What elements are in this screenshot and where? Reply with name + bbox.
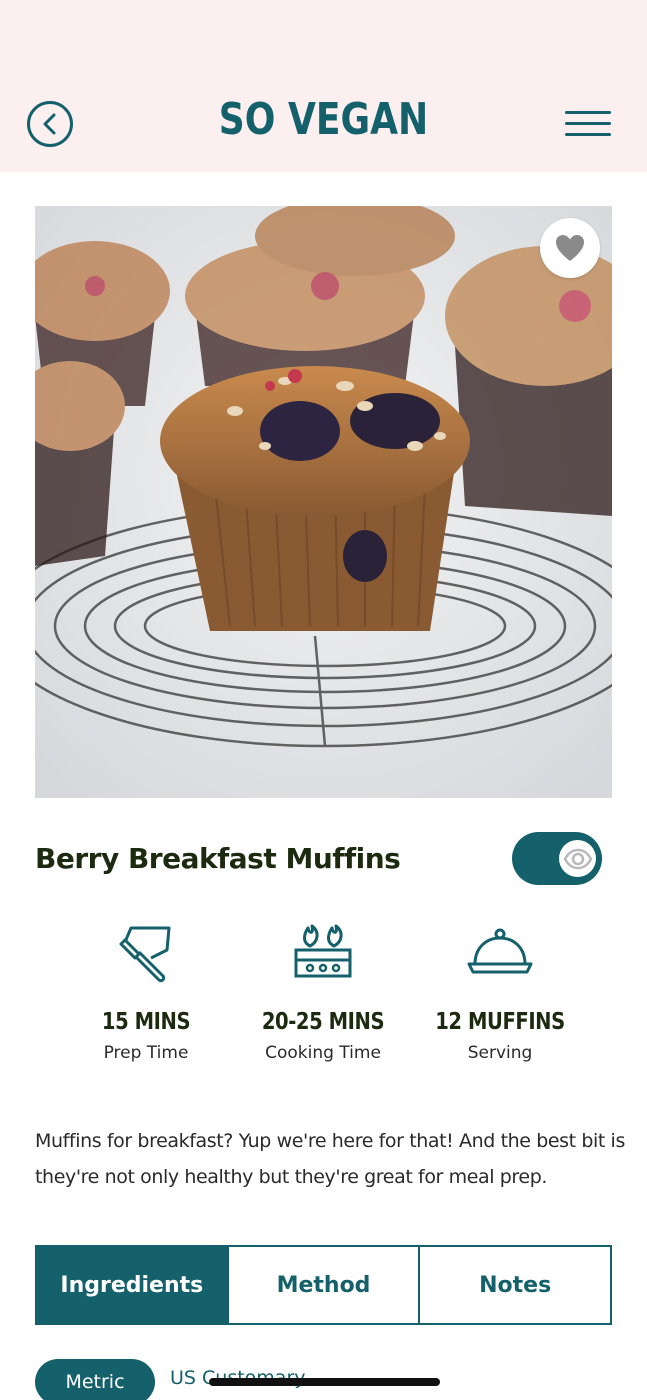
recipe-title: Berry Breakfast Muffins <box>35 842 401 875</box>
recipe-description: Muffins for breakfast? Yup we're here fo… <box>35 1130 625 1188</box>
chevron-left-icon <box>43 113 56 135</box>
visibility-toggle[interactable] <box>512 832 602 885</box>
brand-logo: SO VEGAN <box>218 94 429 145</box>
prep-time-stat: 15 MINS Prep Time <box>56 920 236 1063</box>
cloche-icon <box>467 928 533 974</box>
prep-time-value: 15 MINS <box>101 1009 191 1035</box>
tab-notes[interactable]: Notes <box>418 1247 610 1323</box>
serving-stat: 12 MUFFINS Serving <box>410 920 590 1063</box>
cooking-time-stat: 20-25 MINS Cooking Time <box>233 920 413 1063</box>
serving-label: Serving <box>467 1043 533 1063</box>
menu-button[interactable] <box>565 108 611 140</box>
home-indicator[interactable] <box>209 1378 440 1386</box>
cooking-time-value: 20-25 MINS <box>261 1009 385 1035</box>
knife-board-icon <box>119 926 171 983</box>
tab-method[interactable]: Method <box>226 1247 419 1323</box>
app-header: SO VEGAN <box>0 0 647 172</box>
cooking-time-label: Cooking Time <box>265 1043 381 1063</box>
recipe-tabs: Ingredients Method Notes <box>35 1245 612 1325</box>
stove-icon <box>294 924 352 978</box>
hamburger-menu-icon <box>565 111 611 114</box>
serving-value: 12 MUFFINS <box>435 1009 565 1035</box>
recipe-hero-image <box>35 206 612 798</box>
eye-icon <box>563 848 592 869</box>
muffin-photo <box>35 206 612 798</box>
tab-ingredients[interactable]: Ingredients <box>37 1247 227 1323</box>
unit-metric-button[interactable]: Metric <box>35 1359 155 1400</box>
favorite-button[interactable] <box>540 218 600 278</box>
heart-icon <box>556 235 584 261</box>
prep-time-label: Prep Time <box>103 1043 189 1063</box>
toggle-knob <box>559 840 596 877</box>
